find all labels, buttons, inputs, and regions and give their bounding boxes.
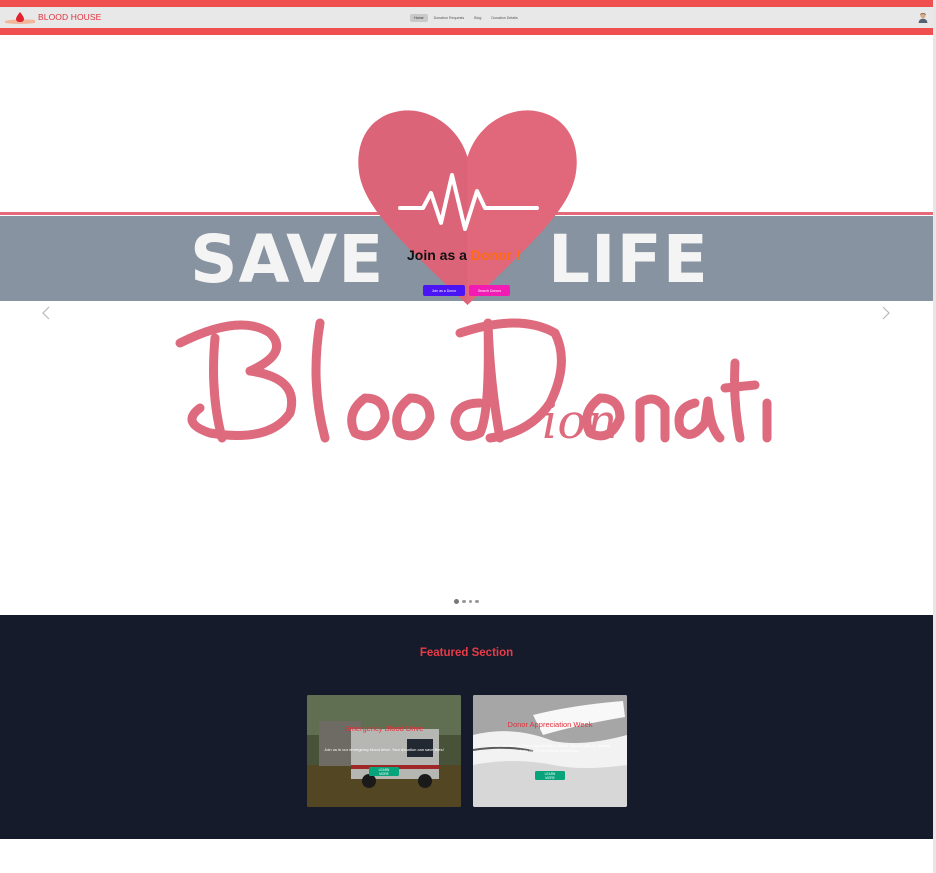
user-avatar-icon[interactable]	[918, 12, 928, 23]
blood-drop-hand-logo[interactable]	[4, 10, 36, 25]
brand-name[interactable]: BLOOD HOUSE	[38, 12, 101, 22]
join-donor-button[interactable]: Join as a Donor	[423, 285, 465, 296]
nav-link-donation-requests[interactable]: Donation Requests	[430, 14, 469, 22]
carousel-dot[interactable]	[454, 599, 459, 604]
join-prefix: Join as a	[407, 247, 471, 263]
card-title: Donor Appreciation Week	[507, 720, 593, 729]
featured-card-appreciation[interactable]: Donor Appreciation Week Celebrate with u…	[473, 695, 627, 807]
navbar: BLOOD HOUSE Home Donation Requests Blog …	[0, 7, 933, 28]
carousel-next-chevron-right-icon[interactable]	[880, 305, 892, 321]
carousel-prev-chevron-left-icon[interactable]	[40, 305, 52, 321]
heart-pulse-icon	[358, 110, 577, 305]
join-accent: Donor !	[470, 247, 521, 263]
featured-section: Featured Section Emergency Blood Drive J…	[0, 615, 933, 839]
blood-donation-script-graphic: ion	[175, 318, 772, 450]
learn-more-button[interactable]: LEARN MORE	[369, 767, 399, 776]
page: BLOOD HOUSE Home Donation Requests Blog …	[0, 0, 933, 873]
featured-title: Featured Section	[419, 647, 514, 659]
card-text: Celebrate with us Donor Appreciation Wee…	[489, 743, 611, 753]
nav-link-home[interactable]: Home	[410, 13, 428, 22]
featured-card-emergency[interactable]: Emergency Blood Drive Join us in our eme…	[307, 695, 461, 807]
search-donors-button[interactable]: Search Donors	[469, 285, 510, 296]
carousel-dot[interactable]	[462, 599, 466, 604]
nav-link-donation-details[interactable]: Donation Details	[487, 14, 521, 22]
carousel-dot[interactable]	[475, 599, 479, 604]
header: BLOOD HOUSE Home Donation Requests Blog …	[0, 0, 933, 35]
card-text: Join us in our emergency blood drive. Yo…	[324, 747, 444, 752]
svg-text:ion: ion	[542, 394, 617, 450]
carousel-indicators	[454, 599, 479, 604]
carousel-dot[interactable]	[468, 599, 472, 604]
card-title: Emergency Blood Drive	[344, 724, 424, 733]
nav-link-blog[interactable]: Blog	[470, 14, 485, 22]
save-word-graphic: SAVE	[190, 221, 385, 298]
learn-more-button[interactable]: LEARN MORE	[535, 771, 565, 780]
hero-carousel: SAVE LIFE Join as a Donor ! Join as a Do…	[0, 35, 933, 615]
life-word-graphic: LIFE	[548, 221, 709, 298]
nav-links: Home Donation Requests Blog Donation Det…	[410, 12, 522, 23]
join-donor-heading: Join as a Donor !	[407, 247, 521, 263]
